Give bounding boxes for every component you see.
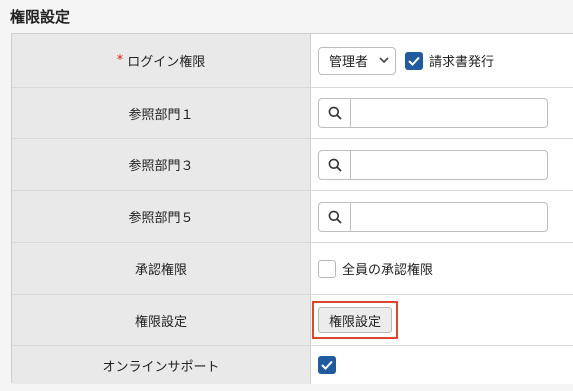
online-support-value-cell — [311, 346, 573, 384]
magnifier-icon — [328, 106, 342, 120]
login-permission-select-value: 管理者 — [329, 55, 369, 70]
approval-permission-value-cell: 全員の承認権限 — [311, 243, 573, 294]
reference-dept-5-search — [318, 201, 548, 232]
permission-settings-value-cell: 権限設定 — [311, 295, 573, 345]
reference-dept-1-label: 参照部門１ — [12, 88, 311, 138]
row-login-permission: * ログイン権限 管理者 請求書発行 — [12, 34, 573, 88]
row-online-support: オンラインサポート — [12, 346, 573, 384]
magnifier-icon — [328, 158, 342, 172]
reference-dept-3-search — [318, 149, 548, 180]
login-permission-select[interactable]: 管理者 — [318, 46, 396, 75]
magnifier-icon — [328, 210, 342, 224]
reference-dept-1-input[interactable] — [351, 99, 547, 127]
checkmark-icon — [408, 56, 420, 66]
reference-dept-5-label: 参照部門５ — [12, 191, 311, 242]
invoice-issue-label: 請求書発行 — [429, 55, 495, 70]
login-permission-label-cell: * ログイン権限 — [12, 34, 311, 87]
reference-dept-5-search-button[interactable] — [319, 202, 351, 231]
row-reference-dept-5: 参照部門５ — [12, 191, 573, 243]
permission-settings-button[interactable]: 権限設定 — [318, 307, 393, 333]
reference-dept-5-input[interactable] — [351, 203, 547, 231]
reference-dept-1-value-cell — [311, 88, 573, 138]
section-title: 権限設定 — [10, 8, 71, 26]
reference-dept-3-value-cell — [311, 139, 573, 190]
all-approval-checkbox[interactable] — [318, 259, 336, 278]
row-reference-dept-1: 参照部門１ — [12, 88, 573, 139]
login-permission-label: ログイン権限 — [127, 55, 206, 70]
login-permission-value-cell: 管理者 請求書発行 — [311, 34, 573, 87]
reference-dept-5-value-cell — [311, 191, 573, 242]
permission-settings-label: 権限設定 — [12, 295, 311, 345]
all-approval-label: 全員の承認権限 — [342, 263, 434, 278]
permission-settings-panel: * ログイン権限 管理者 請求書発行 参照部門１ 参照部門３ 参照部門５ 承認権… — [11, 33, 573, 384]
invoice-issue-checkbox[interactable] — [405, 51, 423, 70]
row-permission-settings: 権限設定 権限設定 — [12, 295, 573, 346]
online-support-checkbox[interactable] — [318, 356, 336, 374]
checkmark-icon — [321, 360, 333, 370]
required-mark: * — [116, 53, 124, 68]
reference-dept-1-search-button[interactable] — [319, 99, 351, 127]
row-reference-dept-3: 参照部門３ — [12, 139, 573, 191]
reference-dept-3-label: 参照部門３ — [12, 139, 311, 190]
chevron-down-icon — [379, 54, 389, 67]
reference-dept-3-search-button[interactable] — [319, 150, 351, 179]
approval-permission-label: 承認権限 — [12, 243, 311, 294]
reference-dept-3-input[interactable] — [351, 151, 547, 179]
online-support-label: オンラインサポート — [12, 346, 311, 384]
reference-dept-1-search — [318, 98, 548, 128]
permission-settings-highlight: 権限設定 — [312, 301, 399, 339]
row-approval-permission: 承認権限 全員の承認権限 — [12, 243, 573, 295]
